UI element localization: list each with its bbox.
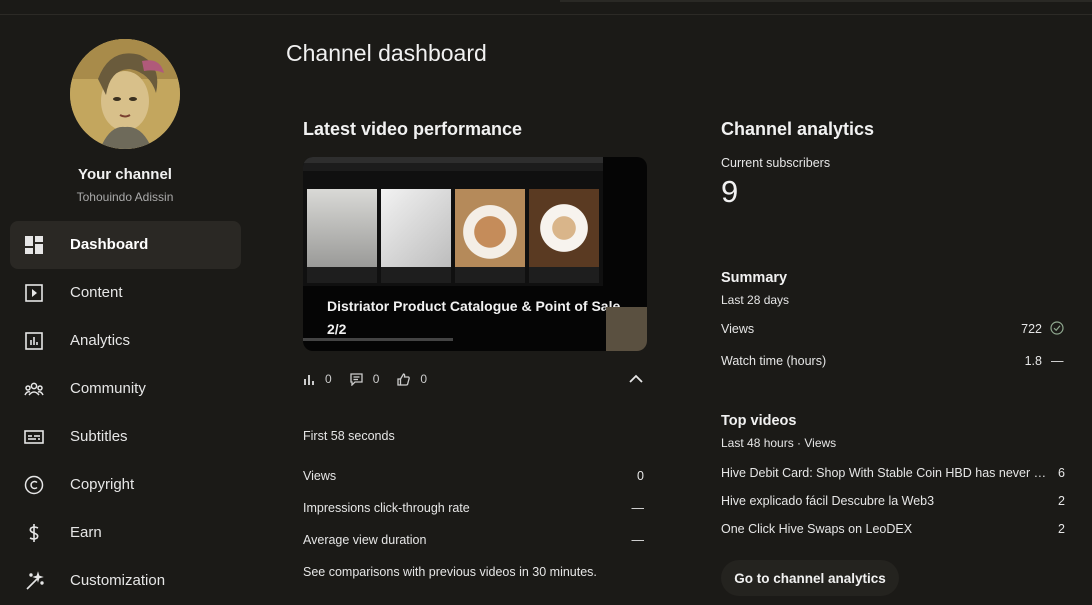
sidebar: Your channel Tohouindo Adissin Dashboard… <box>0 15 250 605</box>
video-stats: 0 0 0 <box>303 370 445 388</box>
subtitles-icon <box>24 427 44 447</box>
channel-analytics-title: Channel analytics <box>721 119 875 139</box>
avatar[interactable] <box>70 39 180 149</box>
summary-row-label: Views <box>721 322 755 336</box>
top-video-views: 6 <box>1058 466 1065 480</box>
sidebar-item-label: Dashboard <box>70 236 149 253</box>
comparison-note: See comparisons with previous videos in … <box>303 565 597 579</box>
earn-icon <box>24 523 44 543</box>
thumbnail-progress-bar <box>303 338 453 341</box>
subscribers-label: Current subscribers <box>721 156 831 170</box>
top-videos-period: Last 48 hours · Views <box>721 436 837 450</box>
sidebar-item-label: Earn <box>70 524 102 541</box>
top-video-title[interactable]: Hive explicado fácil Descubre la Web3 <box>721 494 934 508</box>
sidebar-item-copyright[interactable]: Copyright <box>10 461 241 509</box>
sidebar-item-community[interactable]: Community <box>10 365 241 413</box>
views-icon <box>304 375 314 385</box>
check-circle-icon <box>1050 321 1064 340</box>
top-videos-title: Top videos <box>721 413 797 429</box>
sidebar-item-label: Community <box>70 380 146 397</box>
copyright-icon <box>24 475 44 495</box>
video-thumbnail[interactable]: Distriator Product Catalogue & Point of … <box>303 157 647 351</box>
sidebar-item-earn[interactable]: Earn <box>10 509 241 557</box>
community-icon <box>24 379 44 399</box>
sidebar-item-analytics[interactable]: Analytics <box>10 317 241 365</box>
views-count: 0 <box>325 372 332 386</box>
top-video-views: 2 <box>1058 494 1065 508</box>
go-to-channel-analytics-button[interactable]: Go to channel analytics <box>721 560 899 596</box>
thumbnail-screenshot <box>303 157 603 286</box>
dashboard-icon <box>24 235 44 255</box>
neutral-trend-indicator: — <box>1051 354 1064 368</box>
sidebar-item-dashboard[interactable]: Dashboard <box>10 221 241 269</box>
comments-stat: 0 <box>350 372 380 386</box>
likes-stat: 0 <box>397 372 427 386</box>
sidebar-nav: Dashboard Content Analytics Community Su… <box>10 221 241 605</box>
metric-value: — <box>631 533 645 547</box>
top-bar <box>0 0 1092 15</box>
sidebar-item-label: Analytics <box>70 332 131 349</box>
metric-label: Views <box>303 469 337 483</box>
summary-period: Last 28 days <box>721 293 790 307</box>
sidebar-item-label: Subtitles <box>70 428 128 445</box>
sidebar-item-content[interactable]: Content <box>10 269 241 317</box>
metric-label: Average view duration <box>303 533 427 547</box>
summary-row-value: 722 <box>1021 322 1042 336</box>
top-video-views: 2 <box>1058 522 1065 536</box>
comments-count: 0 <box>372 372 380 386</box>
metric-label: Impressions click-through rate <box>303 501 470 515</box>
top-video-title[interactable]: Hive Debit Card: Shop With Stable Coin H… <box>721 466 1051 480</box>
sidebar-item-label: Copyright <box>70 476 135 493</box>
latest-video-title: Latest video performance <box>303 119 523 139</box>
sidebar-item-label: Customization <box>70 572 166 589</box>
sidebar-item-label: Content <box>70 284 123 301</box>
views-stat: 0 <box>303 372 332 386</box>
summary-row-value: 1.8 <box>1024 354 1042 368</box>
analytics-icon <box>24 331 44 351</box>
subscriber-count: 9 <box>721 174 739 209</box>
comments-icon <box>350 372 363 386</box>
metric-value: — <box>631 501 645 515</box>
presenter-cam <box>606 307 647 351</box>
period-label: First 58 seconds <box>303 429 395 443</box>
channel-name: Tohouindo Adissin <box>76 190 174 204</box>
page-title: Channel dashboard <box>286 40 487 66</box>
your-channel-label: Your channel <box>78 166 172 183</box>
sidebar-item-subtitles[interactable]: Subtitles <box>10 413 241 461</box>
collapse-chevron-up-icon[interactable] <box>628 371 644 392</box>
thumbs-up-icon <box>397 372 411 386</box>
likes-count: 0 <box>420 372 428 386</box>
summary-title: Summary <box>721 270 788 286</box>
sidebar-item-customization[interactable]: Customization <box>10 557 241 605</box>
customization-icon <box>24 571 44 591</box>
top-video-title[interactable]: One Click Hive Swaps on LeoDEX <box>721 522 912 536</box>
metric-value: 0 <box>637 469 644 483</box>
content-icon <box>24 283 44 303</box>
video-title: Distriator Product Catalogue & Point of … <box>327 298 621 337</box>
summary-row-label: Watch time (hours) <box>721 354 827 368</box>
